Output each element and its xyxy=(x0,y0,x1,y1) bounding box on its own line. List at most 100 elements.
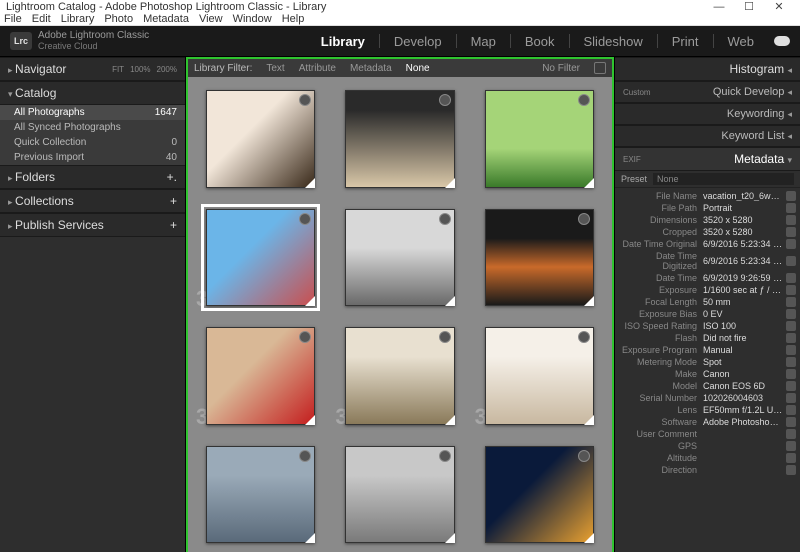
grid-view[interactable]: 32 34 35 36 xyxy=(186,77,614,552)
goto-icon[interactable] xyxy=(786,429,796,439)
grid-cell[interactable]: 36 xyxy=(471,318,608,434)
filter-metadata[interactable]: Metadata xyxy=(350,63,392,74)
goto-icon[interactable] xyxy=(786,381,796,391)
thumbnail[interactable] xyxy=(345,90,454,187)
navigator-header[interactable]: ▸ Navigator FIT 100% 200% xyxy=(0,57,185,81)
lock-icon[interactable] xyxy=(594,62,606,74)
menu-metadata[interactable]: Metadata xyxy=(143,13,189,25)
grid-cell[interactable]: 32 xyxy=(192,199,329,315)
meta-key: Exposure Program xyxy=(619,345,703,355)
goto-icon[interactable] xyxy=(786,239,796,249)
catalog-synced[interactable]: All Synced Photographs xyxy=(0,120,185,135)
goto-icon[interactable] xyxy=(786,357,796,367)
module-develop[interactable]: Develop xyxy=(394,34,442,49)
menubar: File Edit Library Photo Metadata View Wi… xyxy=(0,13,800,26)
menu-file[interactable]: File xyxy=(4,13,22,25)
filter-preset[interactable]: No Filter xyxy=(542,63,580,74)
meta-key: Exposure Bias xyxy=(619,309,703,319)
grid-cell[interactable]: 35 xyxy=(331,318,468,434)
publish-header[interactable]: ▸ Publish Services+ xyxy=(0,213,185,237)
metadata-header[interactable]: EXIFMetadata ▾ xyxy=(615,147,800,171)
metadata-row: FlashDid not fire xyxy=(619,332,796,344)
goto-icon[interactable] xyxy=(786,309,796,319)
filter-text[interactable]: Text xyxy=(266,63,284,74)
histogram-header[interactable]: Histogram ◂ xyxy=(615,57,800,81)
maximize-button[interactable]: ☐ xyxy=(734,0,764,13)
menu-view[interactable]: View xyxy=(199,13,223,25)
badge-icon xyxy=(439,94,451,106)
metadata-row: Focal Length50 mm xyxy=(619,296,796,308)
thumbnail-selected[interactable] xyxy=(206,209,315,306)
grid-cell[interactable] xyxy=(331,81,468,197)
thumbnail[interactable] xyxy=(485,209,594,306)
goto-icon[interactable] xyxy=(786,256,796,266)
goto-icon[interactable] xyxy=(786,417,796,427)
menu-photo[interactable]: Photo xyxy=(104,13,133,25)
goto-icon[interactable] xyxy=(786,273,796,283)
catalog-header[interactable]: ▾ Catalog xyxy=(0,81,185,105)
close-button[interactable]: ✕ xyxy=(764,0,794,13)
menu-edit[interactable]: Edit xyxy=(32,13,51,25)
module-web[interactable]: Web xyxy=(728,34,755,49)
metadata-row: Exposure ProgramManual xyxy=(619,344,796,356)
goto-icon[interactable] xyxy=(786,191,796,201)
center-panel: Library Filter: Text Attribute Metadata … xyxy=(186,57,614,552)
thumbnail[interactable] xyxy=(485,327,594,424)
metadata-preset[interactable]: PresetNone xyxy=(615,171,800,188)
goto-icon[interactable] xyxy=(786,297,796,307)
goto-icon[interactable] xyxy=(786,441,796,451)
keywording-header[interactable]: Keywording ◂ xyxy=(615,103,800,125)
grid-cell[interactable] xyxy=(331,199,468,315)
thumbnail[interactable] xyxy=(485,446,594,543)
menu-library[interactable]: Library xyxy=(61,13,95,25)
goto-icon[interactable] xyxy=(786,393,796,403)
thumbnail[interactable] xyxy=(345,209,454,306)
minimize-button[interactable]: — xyxy=(704,1,734,13)
thumbnail[interactable] xyxy=(485,90,594,187)
module-slideshow[interactable]: Slideshow xyxy=(584,34,643,49)
thumbnail[interactable] xyxy=(206,327,315,424)
goto-icon[interactable] xyxy=(786,405,796,415)
filter-none[interactable]: None xyxy=(406,63,430,74)
module-book[interactable]: Book xyxy=(525,34,555,49)
thumbnail[interactable] xyxy=(345,446,454,543)
catalog-quick[interactable]: Quick Collection0 xyxy=(0,135,185,150)
collections-header[interactable]: ▸ Collections+ xyxy=(0,189,185,213)
goto-icon[interactable] xyxy=(786,465,796,475)
goto-icon[interactable] xyxy=(786,285,796,295)
grid-cell[interactable] xyxy=(471,436,608,552)
grid-cell[interactable]: 34 xyxy=(192,318,329,434)
metadata-row: MakeCanon xyxy=(619,368,796,380)
goto-icon[interactable] xyxy=(786,321,796,331)
goto-icon[interactable] xyxy=(786,369,796,379)
grid-cell[interactable] xyxy=(192,81,329,197)
thumbnail[interactable] xyxy=(206,90,315,187)
meta-value: 3520 x 5280 xyxy=(703,227,783,237)
filter-attribute[interactable]: Attribute xyxy=(299,63,336,74)
module-library[interactable]: Library xyxy=(321,34,365,49)
module-print[interactable]: Print xyxy=(672,34,699,49)
grid-cell[interactable] xyxy=(471,199,608,315)
goto-icon[interactable] xyxy=(786,453,796,463)
goto-icon[interactable] xyxy=(786,333,796,343)
module-map[interactable]: Map xyxy=(471,34,496,49)
grid-cell[interactable] xyxy=(192,436,329,552)
keywordlist-header[interactable]: Keyword List ◂ xyxy=(615,125,800,147)
grid-cell[interactable] xyxy=(471,81,608,197)
cloud-sync-icon[interactable] xyxy=(774,36,790,46)
goto-icon[interactable] xyxy=(786,203,796,213)
metadata-row: Metering ModeSpot xyxy=(619,356,796,368)
goto-icon[interactable] xyxy=(786,215,796,225)
thumbnail[interactable] xyxy=(206,446,315,543)
quickdev-header[interactable]: CustomQuick Develop ◂ xyxy=(615,81,800,103)
folders-header[interactable]: ▸ Folders+. xyxy=(0,165,185,189)
catalog-list: All Photographs1647 All Synced Photograp… xyxy=(0,105,185,165)
goto-icon[interactable] xyxy=(786,227,796,237)
catalog-previous[interactable]: Previous Import40 xyxy=(0,150,185,165)
goto-icon[interactable] xyxy=(786,345,796,355)
grid-cell[interactable] xyxy=(331,436,468,552)
catalog-all-photos[interactable]: All Photographs1647 xyxy=(0,105,185,120)
menu-help[interactable]: Help xyxy=(282,13,305,25)
menu-window[interactable]: Window xyxy=(233,13,272,25)
thumbnail[interactable] xyxy=(345,327,454,424)
